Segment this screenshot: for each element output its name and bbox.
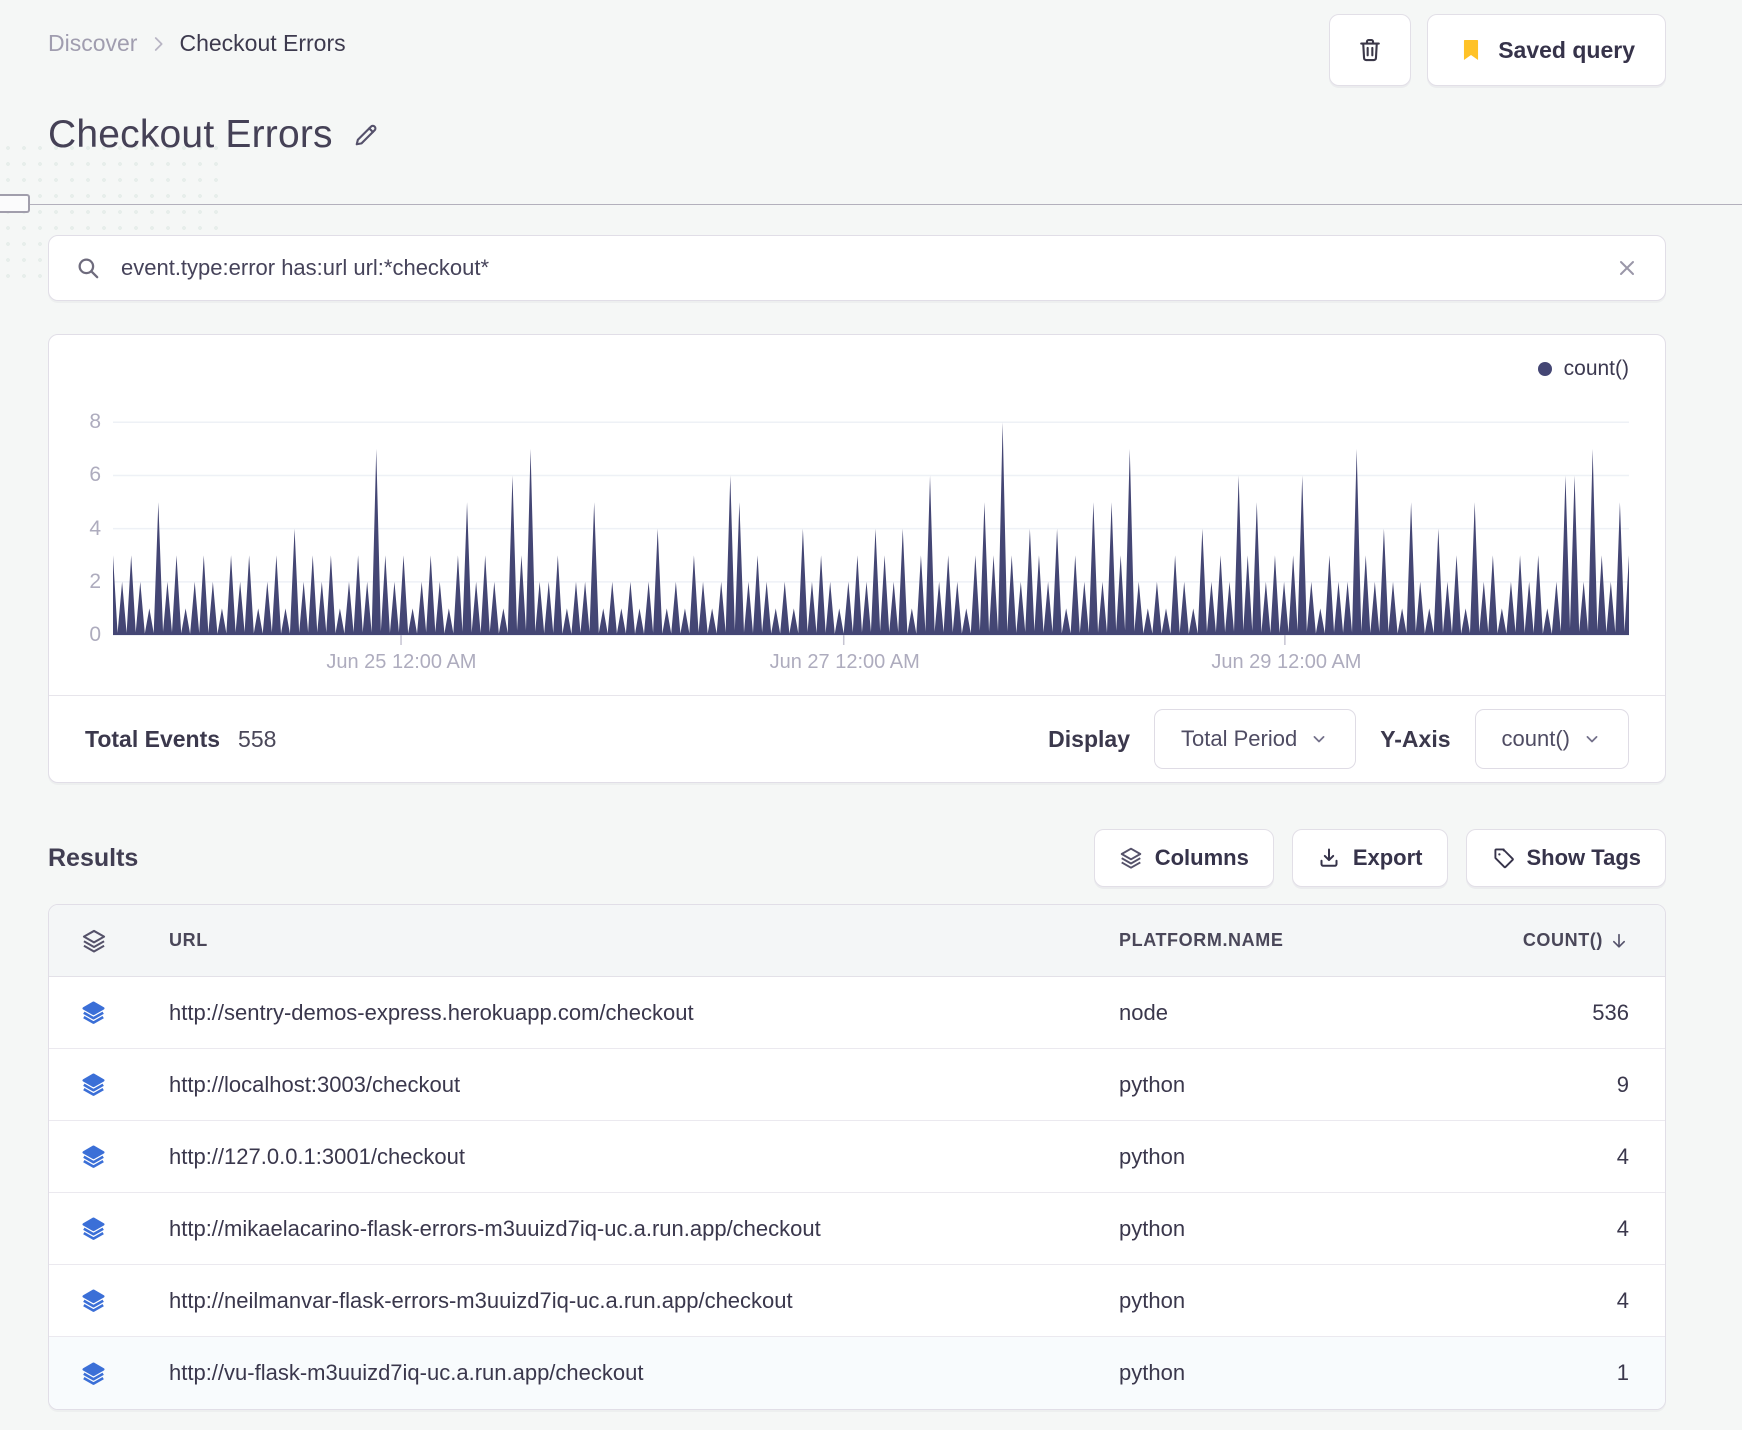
stack-icon[interactable] — [81, 1361, 155, 1386]
show-tags-button[interactable]: Show Tags — [1465, 829, 1666, 887]
platform-cell: python — [1119, 1143, 1186, 1169]
show-tags-label: Show Tags — [1526, 845, 1642, 870]
stack-icon[interactable] — [81, 1144, 155, 1169]
y-axis-tick-label: 8 — [89, 410, 101, 434]
display-label: Display — [1048, 725, 1130, 752]
url-cell[interactable]: http://sentry-demos-express.herokuapp.co… — [155, 1000, 1119, 1026]
y-axis-tick-label: 6 — [89, 463, 101, 487]
y-axis-tick-label: 0 — [89, 623, 101, 646]
total-events-label: Total Events — [85, 725, 221, 752]
download-icon — [1317, 846, 1341, 870]
url-cell[interactable]: http://neilmanvar-flask-errors-m3uuizd7i… — [155, 1288, 1119, 1314]
top-actions: Saved query — [1329, 14, 1666, 86]
breadcrumb: Discover Checkout Errors — [48, 30, 346, 57]
tag-icon — [1491, 846, 1515, 870]
legend-series-label: count() — [1563, 357, 1629, 380]
header-divider — [0, 194, 1742, 213]
edit-title-pencil-icon[interactable] — [351, 120, 381, 150]
legend-series-dot — [1537, 362, 1552, 376]
count-cell: 9 — [1616, 1071, 1629, 1097]
y-axis-tick-label: 4 — [89, 516, 101, 540]
results-table: URL PLATFORM.NAME COUNT() http://sentry-… — [48, 904, 1666, 1410]
stack-icon[interactable] — [81, 1216, 155, 1241]
chart-footer: Total Events 558 Display Total Period Y-… — [49, 695, 1665, 782]
url-cell[interactable]: http://localhost:3003/checkout — [155, 1072, 1119, 1098]
x-axis-tick-label: Jun 25 12:00 AM — [326, 651, 477, 673]
url-cell[interactable]: http://mikaelacarino-flask-errors-m3uuiz… — [155, 1216, 1119, 1242]
url-cell[interactable]: http://127.0.0.1:3001/checkout — [155, 1144, 1119, 1170]
yaxis-dropdown-value: count() — [1501, 726, 1570, 751]
x-axis-tick-label: Jun 29 12:00 AM — [1211, 651, 1362, 673]
stack-icon[interactable] — [81, 928, 155, 954]
count-header-label: COUNT() — [1522, 930, 1603, 950]
sort-descending-icon — [1609, 931, 1629, 951]
table-row[interactable]: http://sentry-demos-express.herokuapp.co… — [49, 977, 1665, 1049]
platform-cell: python — [1119, 1287, 1186, 1313]
platform-cell: node — [1119, 999, 1168, 1025]
table-body: http://sentry-demos-express.herokuapp.co… — [49, 977, 1665, 1409]
table-row[interactable]: http://neilmanvar-flask-errors-m3uuizd7i… — [49, 1265, 1665, 1337]
saved-query-label: Saved query — [1498, 36, 1635, 63]
page-title: Checkout Errors — [48, 113, 333, 156]
chevron-down-icon — [1309, 729, 1329, 749]
breadcrumb-discover[interactable]: Discover — [48, 30, 137, 57]
table-header-row: URL PLATFORM.NAME COUNT() — [49, 905, 1665, 977]
stack-icon — [1119, 846, 1143, 870]
column-header-url[interactable]: URL — [155, 930, 1119, 951]
events-spike-chart — [113, 421, 1629, 645]
search-icon — [75, 255, 101, 281]
table-row[interactable]: http://mikaelacarino-flask-errors-m3uuiz… — [49, 1193, 1665, 1265]
table-row[interactable]: http://localhost:3003/checkout python 9 — [49, 1049, 1665, 1121]
count-cell: 1 — [1616, 1360, 1629, 1385]
bookmark-icon — [1458, 37, 1484, 63]
platform-cell: python — [1119, 1215, 1186, 1241]
count-cell: 4 — [1616, 1143, 1629, 1169]
chart-plot-area[interactable] — [113, 395, 1629, 653]
column-header-platform[interactable]: PLATFORM.NAME — [1119, 930, 1479, 951]
total-events-value: 558 — [238, 725, 277, 752]
top-bar: Discover Checkout Errors Saved query — [0, 0, 1742, 86]
platform-cell: python — [1119, 1071, 1186, 1097]
panel-collapse-handle[interactable] — [0, 194, 30, 213]
yaxis-label: Y-Axis — [1380, 725, 1451, 752]
title-row: Checkout Errors — [48, 108, 1694, 162]
export-label: Export — [1352, 845, 1423, 870]
display-dropdown-value: Total Period — [1181, 726, 1298, 751]
clear-search-icon[interactable] — [1615, 256, 1639, 280]
count-cell: 4 — [1616, 1215, 1629, 1241]
stack-icon[interactable] — [81, 1000, 155, 1025]
chevron-right-icon — [147, 33, 169, 55]
columns-button[interactable]: Columns — [1093, 829, 1274, 887]
table-row[interactable]: http://127.0.0.1:3001/checkout python 4 — [49, 1121, 1665, 1193]
platform-cell: python — [1119, 1360, 1186, 1385]
results-title: Results — [48, 843, 139, 872]
columns-label: Columns — [1154, 845, 1249, 870]
results-bar: Results Columns Export Show Tags — [48, 829, 1666, 887]
search-input[interactable]: event.type:error has:url url:*checkout* — [121, 255, 1595, 281]
events-chart-card: count() 0 2 4 6 8 Jun 25 12:00 AM Jun 27 12:00… — [48, 334, 1666, 783]
chart-legend[interactable]: count() — [1537, 357, 1629, 381]
display-dropdown[interactable]: Total Period — [1154, 709, 1357, 769]
column-header-count[interactable]: COUNT() — [1479, 930, 1629, 951]
trash-icon — [1356, 36, 1384, 64]
stack-icon[interactable] — [81, 1072, 155, 1097]
chevron-down-icon — [1582, 729, 1602, 749]
x-axis-tick-label: Jun 27 12:00 AM — [769, 651, 920, 673]
yaxis-dropdown[interactable]: count() — [1474, 709, 1629, 769]
delete-query-button[interactable] — [1329, 14, 1412, 86]
stack-icon[interactable] — [81, 1288, 155, 1313]
count-cell: 4 — [1616, 1287, 1629, 1313]
search-bar[interactable]: event.type:error has:url url:*checkout* — [48, 235, 1666, 301]
breadcrumb-current: Checkout Errors — [179, 30, 346, 56]
url-cell[interactable]: http://vu-flask-m3uuizd7iq-uc.a.run.app/… — [155, 1360, 1119, 1386]
table-row[interactable]: http://vu-flask-m3uuizd7iq-uc.a.run.app/… — [49, 1337, 1665, 1409]
saved-query-button[interactable]: Saved query — [1427, 14, 1666, 86]
export-button[interactable]: Export — [1291, 829, 1448, 887]
y-axis-tick-label: 2 — [89, 569, 101, 593]
count-cell: 536 — [1592, 999, 1629, 1025]
